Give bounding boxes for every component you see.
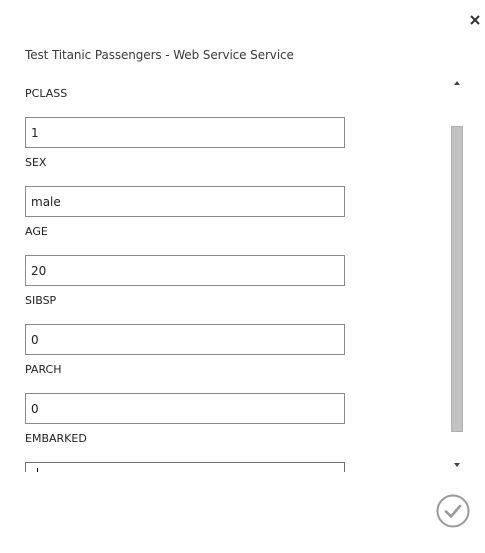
close-button[interactable] <box>466 11 484 29</box>
embarked-input[interactable] <box>25 462 345 472</box>
sibsp-input[interactable] <box>25 324 345 355</box>
form-scroll-area[interactable]: PCLASS SEX AGE SIBSP PARCH EMBARKED <box>25 78 445 472</box>
scroll-up-button[interactable] <box>449 76 465 90</box>
sex-input[interactable] <box>25 186 345 217</box>
close-icon <box>470 15 480 25</box>
field-label-embarked: EMBARKED <box>25 432 87 445</box>
field-label-parch: PARCH <box>25 363 62 376</box>
pclass-input[interactable] <box>25 117 345 148</box>
scroll-down-button[interactable] <box>449 458 465 472</box>
confirm-button[interactable] <box>436 494 470 528</box>
triangle-down-icon <box>454 463 460 467</box>
parch-input[interactable] <box>25 393 345 424</box>
field-label-age: AGE <box>25 225 48 238</box>
scroll-thumb[interactable] <box>451 126 463 432</box>
scroll-track[interactable] <box>451 92 463 454</box>
vertical-scrollbar[interactable] <box>449 74 465 474</box>
triangle-up-icon <box>454 81 460 85</box>
field-label-sibsp: SIBSP <box>25 294 57 307</box>
dialog-title: Test Titanic Passengers - Web Service Se… <box>25 48 294 62</box>
field-label-pclass: PCLASS <box>25 87 68 100</box>
text-caret <box>37 468 38 472</box>
field-label-sex: SEX <box>25 156 47 169</box>
age-input[interactable] <box>25 255 345 286</box>
checkmark-circle-icon <box>436 494 470 528</box>
